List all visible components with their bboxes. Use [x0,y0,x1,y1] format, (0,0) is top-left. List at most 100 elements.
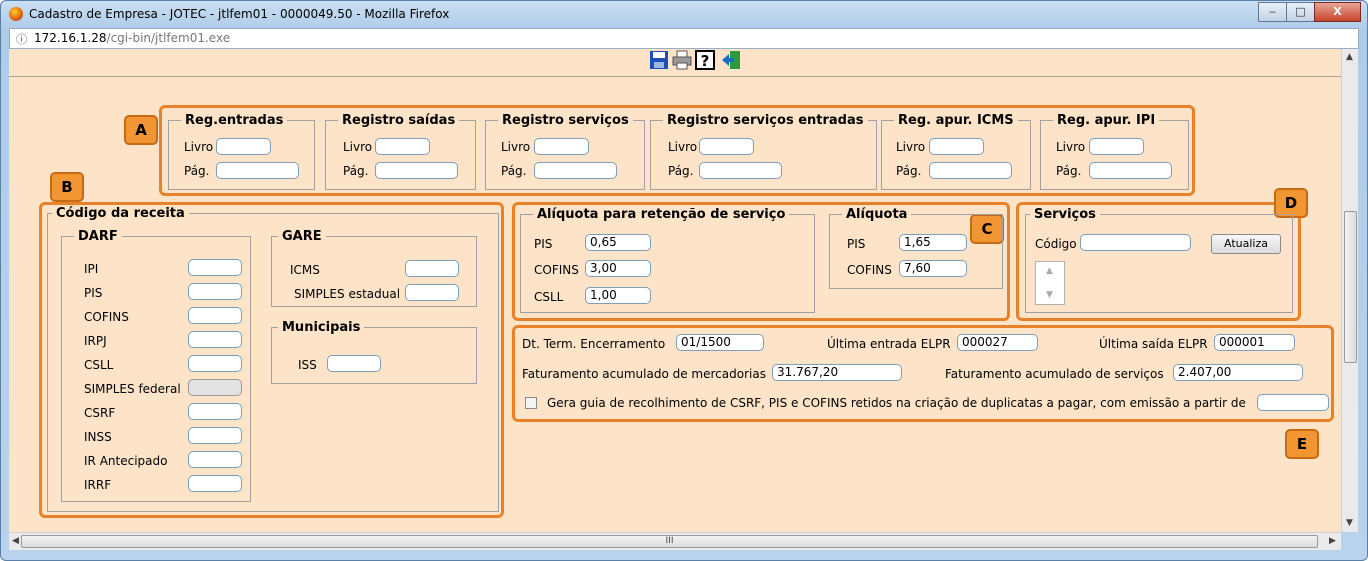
reg-apur-icms-livro-input[interactable] [929,138,984,155]
servicos-codigo-label: Código [1035,237,1077,251]
ult-saida-label: Última saída ELPR [1099,337,1208,351]
dt-term-input[interactable]: 01/1500 [676,334,764,351]
reg-servicos-livro-input[interactable] [534,138,589,155]
vertical-scrollbar[interactable]: ▲ ▼ [1341,49,1358,532]
fat-merc-label: Faturamento acumulado de mercadorias [522,367,766,381]
darf-irrf-label: IRRF [84,478,112,492]
ult-saida-input[interactable]: 000001 [1214,334,1295,351]
fat-serv-input[interactable]: 2.407,00 [1173,364,1303,381]
gera-guia-label: Gera guia de recolhimento de CSRF, PIS e… [547,396,1246,410]
badge-e: E [1285,429,1319,459]
darf-csrf-label: CSRF [84,406,116,420]
darf-ir-antecipado-label: IR Antecipado [84,454,168,468]
gera-guia-date-input[interactable] [1257,394,1329,411]
darf-inss-input[interactable] [188,427,242,444]
gera-guia-checkbox[interactable] [525,397,537,409]
badge-b: B [50,172,84,202]
gare-icms-input[interactable] [405,260,459,277]
ult-entrada-label: Última entrada ELPR [827,337,951,351]
badge-a: A [124,115,158,145]
reg-saidas-livro-input[interactable] [375,138,430,155]
fat-merc-input[interactable]: 31.767,20 [772,364,902,381]
reg-apur-icms-title: Reg. apur. ICMS [898,113,1014,128]
help-icon[interactable]: ? [695,50,715,70]
reg-apur-icms-pag-input[interactable] [929,162,1012,179]
info-icon[interactable]: ⓘ [16,31,27,47]
codigo-receita-title: Código da receita [56,206,185,221]
ret-cofins-label: COFINS [534,263,579,277]
window-title: Cadastro de Empresa - JOTEC - jtlfem01 -… [29,7,450,21]
pag-label: Pág. [896,164,922,178]
darf-inss-label: INSS [84,430,112,444]
scroll-right-icon[interactable]: ▶ [1329,536,1336,546]
aliquota-title: Alíquota [846,207,908,222]
reg-servicos-pag-input[interactable] [534,162,617,179]
darf-cofins-label: COFINS [84,310,129,324]
print-icon[interactable] [672,50,692,70]
ret-csll-label: CSLL [534,290,564,304]
aliquota-retencao-title: Alíquota para retenção de serviço [537,207,786,222]
ret-cofins-input[interactable]: 3,00 [585,260,651,277]
darf-pis-label: PIS [84,286,103,300]
save-icon[interactable] [649,50,669,70]
title-bar: Cadastro de Empresa - JOTEC - jtlfem01 -… [1,1,1367,27]
reg-servicos-entradas-livro-input[interactable] [699,138,754,155]
servicos-group: Serviços [1025,207,1293,313]
url-path: /cgi-bin/jtlfem01.exe [106,31,231,45]
darf-csrf-input[interactable] [188,403,242,420]
servicos-list[interactable]: ▲ ▼ [1035,261,1065,305]
ret-pis-input[interactable]: 0,65 [585,234,651,251]
livro-label: Livro [1056,140,1086,154]
darf-csll-input[interactable] [188,355,242,372]
minimize-button[interactable]: ‒ [1258,2,1287,22]
aliquota-retencao-group: Alíquota para retenção de serviço [520,207,815,313]
municipais-iss-input[interactable] [327,355,381,372]
exit-icon[interactable] [721,50,741,70]
list-up-arrow-icon[interactable]: ▲ [1046,266,1053,276]
vertical-scroll-thumb[interactable] [1344,211,1357,363]
reg-servicos-title: Registro serviços [502,113,629,128]
aliq-cofins-input[interactable]: 7,60 [899,260,967,277]
reg-saidas-pag-input[interactable] [375,162,458,179]
reg-entradas-title: Reg.entradas [185,113,284,128]
pag-label: Pág. [1056,164,1082,178]
livro-label: Livro [501,140,531,154]
horizontal-scrollbar[interactable]: ◀ III ▶ [9,532,1341,550]
atualiza-button[interactable]: Atualiza [1211,234,1281,254]
darf-title: DARF [78,229,118,244]
darf-ir-antecipado-input[interactable] [188,451,242,468]
scroll-left-icon[interactable]: ◀ [12,536,19,546]
darf-pis-input[interactable] [188,283,242,300]
darf-ipi-input[interactable] [188,259,242,276]
reg-servicos-entradas-pag-input[interactable] [699,162,782,179]
reg-apur-ipi-livro-input[interactable] [1089,138,1144,155]
darf-irpj-input[interactable] [188,331,242,348]
servicos-codigo-input[interactable] [1080,234,1191,251]
reg-entradas-livro-input[interactable] [216,138,271,155]
toolbar-divider [9,76,1341,77]
scroll-up-icon[interactable]: ▲ [1346,52,1353,62]
reg-apur-ipi-pag-input[interactable] [1089,162,1172,179]
municipais-title: Municipais [282,320,361,335]
darf-irrf-input[interactable] [188,475,242,492]
ret-pis-label: PIS [534,237,553,251]
livro-label: Livro [184,140,214,154]
municipais-group: Municipais [271,320,477,384]
address-bar[interactable]: ⓘ 172.16.1.28/cgi-bin/jtlfem01.exe [9,28,1359,49]
aliq-pis-input[interactable]: 1,65 [899,234,967,251]
ult-entrada-input[interactable]: 000027 [957,334,1038,351]
darf-cofins-input[interactable] [188,307,242,324]
dt-term-label: Dt. Term. Encerramento [522,337,666,351]
close-button[interactable]: X [1314,2,1361,22]
darf-simples-federal-label: SIMPLES federal [84,382,181,396]
aliq-pis-label: PIS [847,237,866,251]
maximize-button[interactable]: □ [1286,2,1315,22]
ret-csll-input[interactable]: 1,00 [585,287,651,304]
browser-window: Cadastro de Empresa - JOTEC - jtlfem01 -… [0,0,1368,561]
list-down-arrow-icon[interactable]: ▼ [1046,290,1053,300]
pag-label: Pág. [668,164,694,178]
reg-entradas-pag-input[interactable] [216,162,299,179]
gare-simples-estadual-input[interactable] [405,284,459,301]
horizontal-scroll-thumb[interactable]: III [21,535,1318,548]
scroll-down-icon[interactable]: ▼ [1346,518,1353,528]
